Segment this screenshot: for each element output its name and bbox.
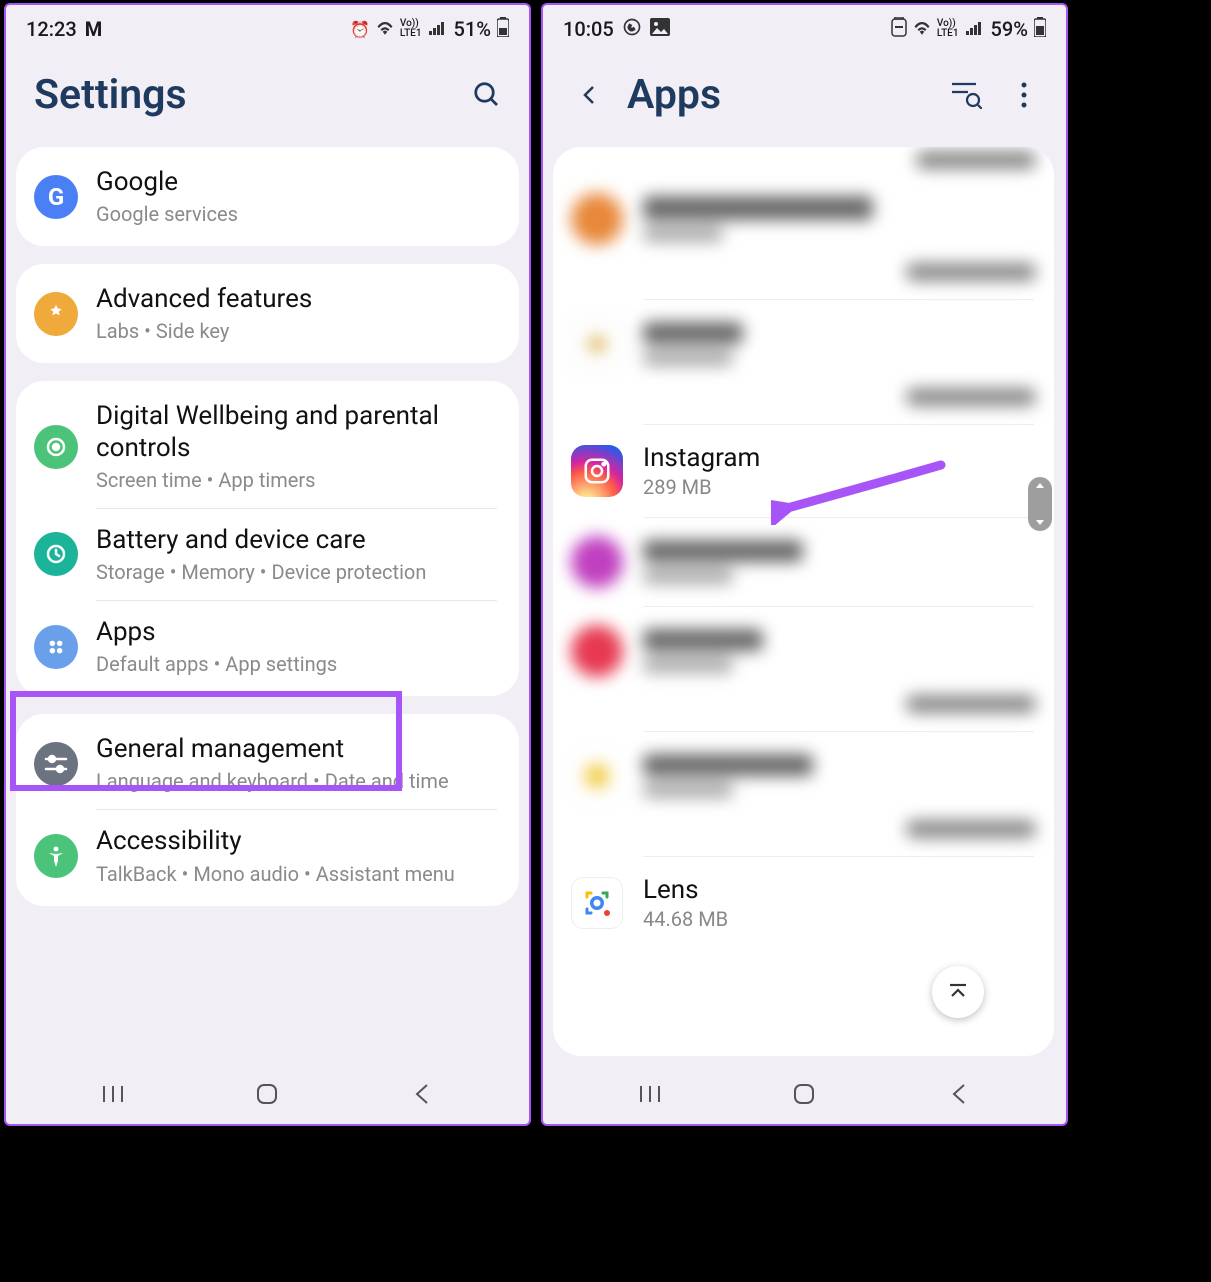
apps-icon — [34, 625, 78, 669]
nav-home-button[interactable] — [252, 1079, 282, 1109]
signal-icon — [965, 20, 983, 39]
scroll-indicator[interactable] — [1028, 477, 1052, 531]
general-icon — [34, 742, 78, 786]
volte-label: Vo))LTE1 — [937, 19, 959, 39]
settings-item-title: General management — [96, 734, 501, 765]
settings-item-general[interactable]: General management Language and keyboard… — [16, 718, 519, 809]
app-name: Instagram — [643, 443, 1036, 473]
settings-item-battery[interactable]: Battery and device care Storage • Memory… — [16, 509, 519, 600]
settings-item-title: Advanced features — [96, 284, 501, 315]
app-row-blurred[interactable] — [553, 695, 1054, 731]
google-icon: G — [34, 175, 78, 219]
wifi-icon — [913, 20, 931, 39]
status-bar: 10:05 Vo))LTE1 59% — [543, 5, 1066, 53]
dnd-icon — [891, 17, 907, 41]
app-row-blurred[interactable] — [553, 732, 1054, 820]
alarm-icon: ⏰ — [350, 20, 370, 39]
battery-percent: 59% — [991, 17, 1028, 41]
app-list[interactable]: Instagram 289 MB — [553, 147, 1054, 1056]
nav-home-button[interactable] — [789, 1079, 819, 1109]
nav-back-button[interactable] — [407, 1079, 437, 1109]
nav-bar — [6, 1064, 529, 1124]
instagram-icon — [571, 445, 623, 497]
settings-item-sub: Google services — [96, 202, 501, 226]
scroll-to-top-button[interactable] — [932, 966, 984, 1018]
status-time: 12:23 — [26, 17, 77, 41]
wifi-icon — [376, 20, 394, 39]
app-row-blurred[interactable] — [553, 175, 1054, 263]
app-row-blurred[interactable] — [553, 300, 1054, 388]
settings-card: Advanced features Labs • Side key — [16, 264, 519, 363]
lens-icon — [571, 877, 623, 929]
nav-back-button[interactable] — [944, 1079, 974, 1109]
gmail-icon: M — [85, 17, 103, 41]
app-row-blurred[interactable] — [553, 263, 1054, 299]
app-name: Lens — [643, 875, 1036, 905]
battery-icon — [1034, 17, 1046, 41]
settings-card: Digital Wellbeing and parental controls … — [16, 381, 519, 696]
settings-item-sub: TalkBack • Mono audio • Assistant menu — [96, 862, 501, 886]
settings-item-google[interactable]: G Google Google services — [16, 151, 519, 242]
accessibility-icon — [34, 834, 78, 878]
nav-bar — [543, 1064, 1066, 1124]
battery-percent: 51% — [454, 17, 491, 41]
whatsapp-icon — [622, 17, 642, 42]
app-row-blurred[interactable] — [553, 518, 1054, 606]
settings-item-title: Apps — [96, 617, 501, 648]
phone-apps-screen: 10:05 Vo))LTE1 59% — [541, 3, 1068, 1126]
more-button[interactable] — [1006, 77, 1042, 113]
app-row-blurred[interactable] — [553, 607, 1054, 695]
back-button[interactable] — [571, 77, 607, 113]
filter-search-button[interactable] — [948, 77, 984, 113]
apps-header: Apps — [543, 53, 1066, 147]
settings-item-sub: Storage • Memory • Device protection — [96, 560, 501, 584]
search-button[interactable] — [469, 77, 505, 113]
page-title: Settings — [34, 71, 187, 119]
settings-card: General management Language and keyboard… — [16, 714, 519, 905]
settings-item-apps[interactable]: Apps Default apps • App settings — [16, 601, 519, 692]
nav-recent-button[interactable] — [635, 1079, 665, 1109]
settings-item-advanced[interactable]: Advanced features Labs • Side key — [16, 268, 519, 359]
status-time: 10:05 — [563, 17, 614, 41]
wellbeing-icon — [34, 425, 78, 469]
app-row-instagram[interactable]: Instagram 289 MB — [553, 425, 1054, 517]
settings-item-title: Digital Wellbeing and parental controls — [96, 401, 501, 463]
app-size: 44.68 MB — [643, 907, 1036, 931]
phone-settings-screen: 12:23 M ⏰ Vo))LTE1 51% Settings G — [4, 3, 531, 1126]
volte-label: Vo))LTE1 — [400, 19, 422, 39]
app-size: 289 MB — [643, 475, 1036, 499]
settings-item-title: Google — [96, 167, 501, 198]
nav-recent-button[interactable] — [98, 1079, 128, 1109]
battery-care-icon — [34, 532, 78, 576]
settings-item-sub: Labs • Side key — [96, 319, 501, 343]
settings-item-sub: Default apps • App settings — [96, 652, 501, 676]
advanced-icon — [34, 292, 78, 336]
app-row-lens[interactable]: Lens 44.68 MB — [553, 857, 1054, 949]
gallery-icon — [650, 17, 670, 41]
settings-item-accessibility[interactable]: Accessibility TalkBack • Mono audio • As… — [16, 810, 519, 901]
signal-icon — [428, 20, 446, 39]
app-row-blurred[interactable] — [553, 820, 1054, 856]
settings-header: Settings — [6, 53, 529, 147]
app-row-blurred[interactable] — [553, 147, 1054, 175]
app-row-blurred[interactable] — [553, 388, 1054, 424]
settings-item-title: Battery and device care — [96, 525, 501, 556]
status-bar: 12:23 M ⏰ Vo))LTE1 51% — [6, 5, 529, 53]
settings-item-sub: Screen time • App timers — [96, 468, 501, 492]
page-title: Apps — [627, 71, 721, 119]
settings-card: G Google Google services — [16, 147, 519, 246]
settings-item-title: Accessibility — [96, 826, 501, 857]
settings-item-wellbeing[interactable]: Digital Wellbeing and parental controls … — [16, 385, 519, 507]
battery-icon — [497, 17, 509, 41]
settings-item-sub: Language and keyboard • Date and time — [96, 769, 501, 793]
